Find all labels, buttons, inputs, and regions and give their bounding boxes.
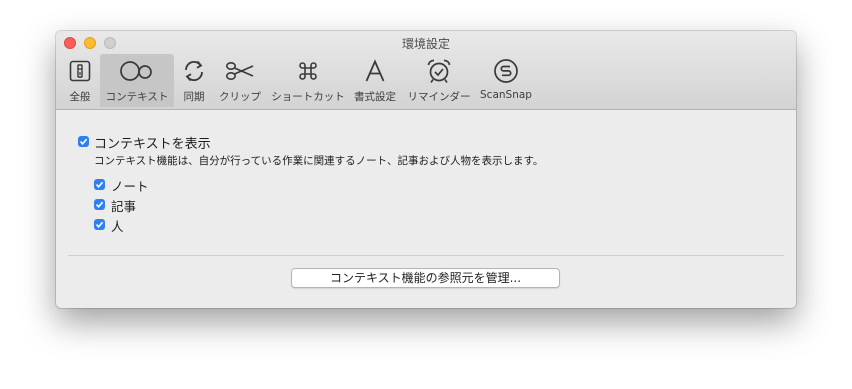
checkmark-icon (95, 201, 104, 208)
alarm-clock-icon (426, 54, 452, 88)
tab-context[interactable]: コンテキスト (100, 54, 174, 107)
tab-general[interactable]: 全般 (63, 54, 97, 107)
divider (68, 255, 784, 256)
articles-checkbox[interactable] (94, 199, 105, 210)
tab-formatting[interactable]: 書式設定 (350, 54, 400, 107)
tab-reminders[interactable]: リマインダー (404, 54, 474, 107)
context-settings-panel: コンテキストを表示 コンテキスト機能は、自分が行っている作業に関連するノート、記… (56, 110, 796, 308)
notes-label: ノート (111, 179, 149, 194)
tab-sync[interactable]: 同期 (179, 54, 209, 107)
show-context-label: コンテキストを表示 (94, 137, 211, 152)
scansnap-icon (493, 54, 519, 88)
context-icon (119, 54, 155, 88)
general-switch-icon (69, 54, 91, 88)
notes-checkbox[interactable] (94, 179, 105, 190)
context-description: コンテキスト機能は、自分が行っている作業に関連するノート、記事および人物を表示し… (94, 155, 544, 167)
people-checkbox[interactable] (94, 219, 105, 230)
sync-arrows-icon (182, 54, 206, 88)
tab-shortcuts[interactable]: ショートカット (269, 54, 347, 107)
show-context-checkbox[interactable] (78, 136, 89, 147)
people-label: 人 (111, 219, 124, 234)
articles-label: 記事 (111, 199, 137, 214)
font-a-icon (363, 54, 387, 88)
tab-clip[interactable]: クリップ (216, 54, 264, 107)
scissors-icon (225, 54, 255, 88)
checkmark-icon (79, 138, 88, 145)
manage-context-sources-button[interactable]: コンテキスト機能の参照元を管理... (291, 268, 560, 288)
title-bar: 環境設定 全般 コンテキスト 同期 クリップ ショートカット 書式設定 リマイン… (56, 31, 796, 110)
preferences-window: 環境設定 全般 コンテキスト 同期 クリップ ショートカット 書式設定 リマイン… (56, 31, 796, 308)
tab-scansnap[interactable]: ScanSnap (478, 54, 534, 107)
window-title: 環境設定 (401, 37, 450, 51)
command-key-icon (297, 54, 319, 88)
checkmark-icon (95, 221, 104, 228)
checkmark-icon (95, 181, 104, 188)
